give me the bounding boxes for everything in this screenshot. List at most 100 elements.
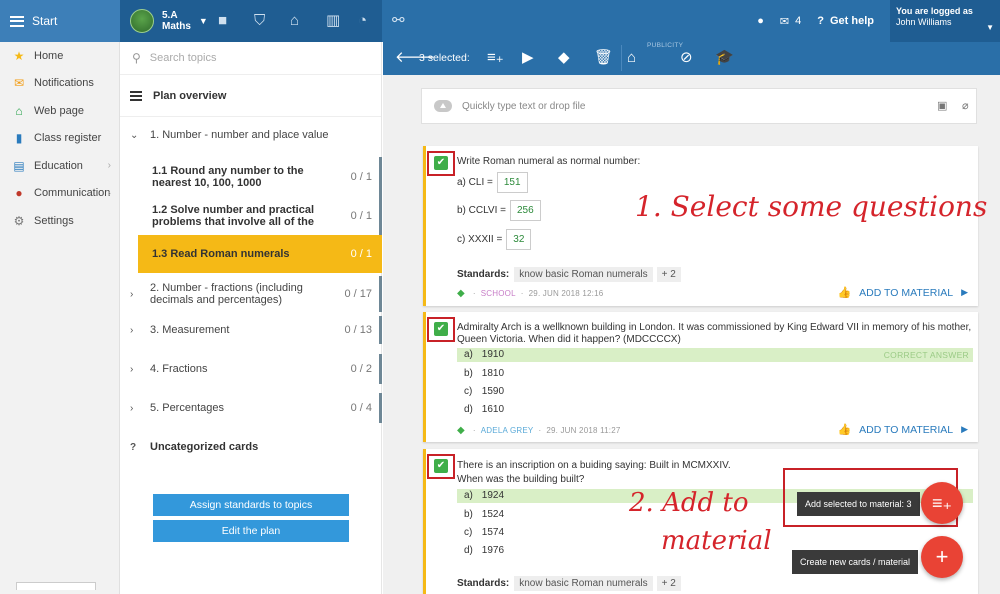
sidebar-item-communication[interactable]: ● Communication › xyxy=(0,180,119,208)
standard-chip[interactable]: know basic Roman numerals xyxy=(514,576,653,591)
topic-score: 0 / 17 xyxy=(344,288,372,300)
plan-overview-header[interactable]: Plan overview xyxy=(120,75,381,117)
attachment-icon[interactable]: ⌀ xyxy=(962,99,969,112)
card-date: 29. JUN 2018 11:27 xyxy=(546,426,621,435)
user-menu[interactable]: You are logged as John Williams ▼ xyxy=(890,0,1000,42)
messages-button[interactable]: ✉ 4 xyxy=(780,15,801,28)
messages-count: 4 xyxy=(795,15,802,27)
gauge-icon[interactable]: ◔ xyxy=(358,12,367,30)
shield-icon[interactable]: ⛉ xyxy=(254,12,265,30)
topic-item[interactable]: › 3. Measurement 0 / 13 xyxy=(120,314,382,346)
option-text: 1976 xyxy=(481,545,505,556)
institution-icon[interactable]: ⌂ xyxy=(627,50,636,66)
image-icon[interactable]: ▣ xyxy=(937,99,947,112)
fill-answer[interactable]: 256 xyxy=(510,200,541,221)
list-icon xyxy=(130,90,142,101)
option-text: 1910 xyxy=(481,349,505,360)
edit-plan-button[interactable]: Edit the plan xyxy=(153,520,349,542)
subtopic-label: 1.2 Solve number and practical problems … xyxy=(152,204,315,228)
fill-row: c) XXXII = 32 xyxy=(457,229,532,250)
upload-cloud-icon xyxy=(434,100,452,112)
sidebar-item-class-register[interactable]: ▮ Class register xyxy=(0,125,119,153)
card-author[interactable]: ADELA GREY xyxy=(481,426,534,435)
card-checkbox[interactable]: ✔ xyxy=(434,322,448,336)
subtopic-item[interactable]: 1.1 Round any number to the nearest 10, … xyxy=(138,157,382,197)
topic-item-uncategorized[interactable]: ? Uncategorized cards xyxy=(120,432,382,462)
topic-item[interactable]: › 2. Number - fractions (including decim… xyxy=(120,274,382,314)
card-checkbox[interactable]: ✔ xyxy=(434,156,448,170)
start-menu-button[interactable]: Start xyxy=(0,0,120,42)
fill-answer[interactable]: 151 xyxy=(496,172,528,193)
chat-icon[interactable]: ● xyxy=(757,15,764,27)
more-standards-chip[interactable]: + 2 xyxy=(656,267,681,282)
sidebar-item-home[interactable]: ★ Home xyxy=(0,42,119,70)
topic-item[interactable]: › 5. Percentages 0 / 4 xyxy=(120,391,382,425)
sidebar-item-label: Education xyxy=(34,159,83,172)
option-letter: a) xyxy=(464,349,473,360)
topic-label: 1. Number - number and place value xyxy=(150,129,329,141)
chevron-down-icon: ▼ xyxy=(986,23,994,32)
help-button[interactable]: ? Get help xyxy=(817,15,874,27)
play-icon: ▶ xyxy=(961,287,968,297)
chevron-right-icon: › xyxy=(130,402,134,414)
add-selected-fab[interactable]: ≡₊ xyxy=(921,482,963,524)
tag-icon[interactable]: ◆ xyxy=(558,50,570,66)
activity-icon[interactable]: ⚯ xyxy=(392,12,405,30)
question-card[interactable]: ✔ Write Roman numeral as normal number: … xyxy=(423,146,978,306)
progress-bar xyxy=(379,316,382,344)
quick-input[interactable]: Quickly type text or drop file ▣ ⌀ xyxy=(421,88,977,124)
chart-icon[interactable]: ▥ xyxy=(326,12,340,30)
card-meta: ◆ · ADELA GREY · 29. JUN 2018 11:27 xyxy=(457,425,621,436)
topic-label: 2. Number - fractions (including decimal… xyxy=(150,282,303,306)
topic-item[interactable]: ⌄ 1. Number - number and place value xyxy=(120,119,382,151)
card-author[interactable]: SCHOOL xyxy=(481,289,516,298)
subtopic-item-active[interactable]: 1.3 Read Roman numerals 0 / 1 xyxy=(138,235,382,273)
question-text: Admiralty Arch is a wellknown building i… xyxy=(457,322,972,345)
sidebar-item-label: Communication xyxy=(34,187,111,200)
sidebar-item-settings[interactable]: ⚙ Settings xyxy=(0,207,119,235)
subtopic-item[interactable]: 1.2 Solve number and practical problems … xyxy=(138,197,382,235)
sidebar-item-education[interactable]: ▤ Education › xyxy=(0,152,119,180)
building-icon[interactable]: ⌂ xyxy=(290,12,299,30)
topic-search[interactable]: ⚲ Search topics xyxy=(120,42,381,75)
option-letter: c) xyxy=(464,386,473,397)
create-new-fab[interactable]: + xyxy=(921,536,963,578)
card-checkbox[interactable]: ✔ xyxy=(434,459,448,473)
class-subject: Maths xyxy=(162,21,191,32)
assign-standards-button[interactable]: Assign standards to topics xyxy=(153,494,349,516)
play-icon[interactable]: ▶ xyxy=(522,50,534,66)
option-letter: b) xyxy=(464,368,473,379)
graduation-cap-icon[interactable]: 🎓 xyxy=(715,50,734,66)
option-letter: a) xyxy=(464,490,473,501)
answer-option: c) 1590 xyxy=(457,385,973,399)
topic-label: 4. Fractions xyxy=(150,363,208,375)
chat-icon: ● xyxy=(15,186,23,201)
topic-item[interactable]: › 4. Fractions 0 / 2 xyxy=(120,352,382,386)
trash-icon[interactable]: 🗑 xyxy=(594,50,613,66)
add-to-list-icon[interactable]: ≡₊ xyxy=(487,50,504,66)
block-icon[interactable]: ⊘ xyxy=(680,50,693,66)
thumbs-up-icon: 👍 xyxy=(837,424,852,436)
sidebar-item-web-page[interactable]: ⌂ Web page xyxy=(0,97,119,125)
question-text: Write Roman numeral as normal number: xyxy=(457,156,641,167)
subtopic-score: 0 / 1 xyxy=(350,171,372,183)
annotation-step1: 1. Select some questions xyxy=(635,190,988,223)
topic-label: 5. Percentages xyxy=(150,402,224,414)
fill-answer[interactable]: 32 xyxy=(506,229,532,250)
annotation-step2-line2: material xyxy=(661,526,772,556)
thumbs-up-icon: 👍 xyxy=(837,287,852,299)
standard-chip[interactable]: know basic Roman numerals xyxy=(514,267,653,282)
help-label: Get help xyxy=(829,15,874,27)
briefcase-icon[interactable]: ■ xyxy=(218,12,227,30)
more-standards-chip[interactable]: + 2 xyxy=(656,576,681,591)
selected-count: 3 selected: xyxy=(419,52,470,64)
envelope-icon: ✉ xyxy=(13,76,25,91)
question-text: When was the building built? xyxy=(457,474,585,485)
class-selector[interactable]: 5.A Maths ▼ ■ ⛉ ⌂ ▥ ◔ xyxy=(120,0,382,42)
sidebar-item-notifications[interactable]: ✉ Notifications xyxy=(0,70,119,98)
user-name: John Williams xyxy=(896,17,952,27)
chevron-down-icon: ⌄ xyxy=(130,129,139,141)
question-card[interactable]: ✔ Admiralty Arch is a wellknown building… xyxy=(423,312,978,442)
add-to-material-link[interactable]: 👍 ADD TO MATERIAL ▶ xyxy=(837,286,968,300)
add-to-material-link[interactable]: 👍 ADD TO MATERIAL ▶ xyxy=(837,423,968,437)
